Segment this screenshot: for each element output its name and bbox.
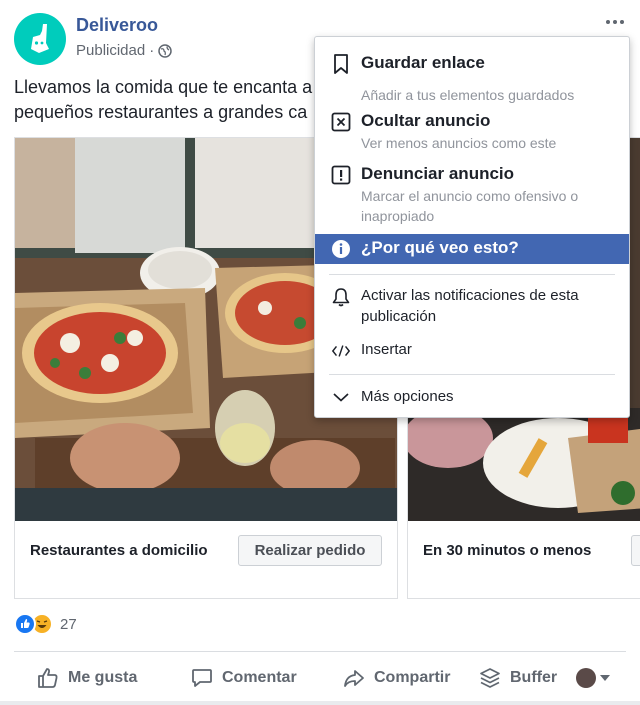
like-reaction-icon (14, 613, 36, 635)
reaction-identity-selector[interactable] (576, 664, 610, 692)
comment-icon (192, 669, 212, 687)
menu-item-more-options[interactable]: Más opciones (315, 385, 629, 409)
share-button[interactable]: Compartir (342, 664, 450, 692)
code-icon (331, 341, 351, 361)
card-title[interactable]: En 30 minutos o menos (423, 542, 591, 559)
menu-item-title: Guardar enlace (361, 53, 485, 72)
comment-button[interactable]: Comentar (190, 664, 297, 692)
menu-item-subtitle: Añadir a tus elementos guardados (361, 87, 575, 103)
separator-dot: · (149, 42, 155, 59)
bookmark-icon (331, 54, 351, 74)
dot-icon (613, 20, 617, 24)
share-arrow-icon (344, 670, 364, 687)
menu-divider (329, 374, 615, 375)
menu-item-title: ¿Por qué veo esto? (361, 238, 519, 257)
thumbs-up-icon (38, 668, 58, 688)
deliveroo-logo-avatar[interactable] (14, 13, 66, 65)
menu-item-subtitle: Ver menos anuncios como este (361, 135, 557, 151)
menu-item-label: Activar las notificaciones de esta publi… (361, 287, 579, 325)
menu-item-why-am-i-seeing-this[interactable]: ¿Por qué veo esto? (315, 234, 629, 264)
menu-item-title: Denunciar anuncio (361, 164, 515, 183)
share-label: Compartir (374, 669, 451, 686)
sponsored-text[interactable]: Publicidad (76, 42, 145, 59)
like-button[interactable]: Me gusta (36, 664, 137, 692)
menu-item-embed[interactable]: Insertar (315, 339, 629, 363)
menu-item-hide-ad[interactable]: Ocultar anuncio Ver menos anuncios como … (315, 105, 629, 161)
menu-item-label: Más opciones (361, 388, 454, 405)
menu-item-report-ad[interactable]: Denunciar anuncio Marcar el anuncio como… (315, 161, 629, 233)
menu-item-label: Insertar (361, 341, 412, 358)
page-name-link[interactable]: Deliveroo (76, 15, 158, 36)
divider (14, 651, 626, 652)
buffer-label: Buffer (510, 669, 558, 686)
sponsored-label: Publicidad · (76, 42, 172, 59)
alert-box-icon (331, 165, 351, 185)
post-text-line-2: pequeños restaurantes a grandes ca (14, 102, 308, 122)
menu-item-title: Ocultar anuncio (361, 111, 491, 130)
buffer-button[interactable]: Buffer (478, 664, 557, 692)
dot-icon (606, 20, 610, 24)
card-footer: En 30 minutos o menos (408, 521, 640, 598)
comment-label: Comentar (222, 669, 297, 686)
like-label: Me gusta (68, 669, 138, 686)
dot-icon (620, 20, 624, 24)
post-options-button[interactable] (598, 8, 632, 36)
bell-icon (331, 287, 351, 307)
post-text-line-1: Llevamos la comida que te encanta a (14, 77, 313, 97)
menu-item-turn-on-notifications[interactable]: Activar las notificaciones de esta publi… (315, 285, 629, 329)
reaction-summary[interactable]: 27 (14, 613, 77, 635)
caret-down-icon (600, 675, 610, 681)
globe-icon[interactable] (158, 43, 172, 58)
buffer-stack-icon (480, 668, 500, 688)
menu-item-subtitle: Marcar el anuncio como ofensivo o inapro… (361, 188, 579, 224)
order-button[interactable] (631, 535, 640, 566)
kangaroo-logo-icon (31, 24, 49, 53)
card-footer: Restaurantes a domicilio Realizar pedido (15, 521, 397, 598)
close-box-icon (331, 112, 351, 132)
ad-post: Deliveroo Publicidad · Llevamos la comid… (0, 0, 640, 705)
post-text: Llevamos la comida que te encanta a pequ… (14, 75, 324, 125)
menu-item-save-link[interactable]: Guardar enlace Añadir a tus elementos gu… (315, 47, 629, 103)
chevron-down-icon (331, 387, 351, 407)
order-button[interactable]: Realizar pedido (238, 535, 382, 566)
info-icon (331, 239, 351, 259)
post-options-menu: Guardar enlace Añadir a tus elementos gu… (314, 36, 630, 418)
card-title[interactable]: Restaurantes a domicilio (30, 542, 208, 559)
user-avatar (576, 668, 596, 688)
menu-divider (329, 274, 615, 275)
reaction-count[interactable]: 27 (60, 616, 77, 633)
bottom-border (0, 701, 640, 705)
